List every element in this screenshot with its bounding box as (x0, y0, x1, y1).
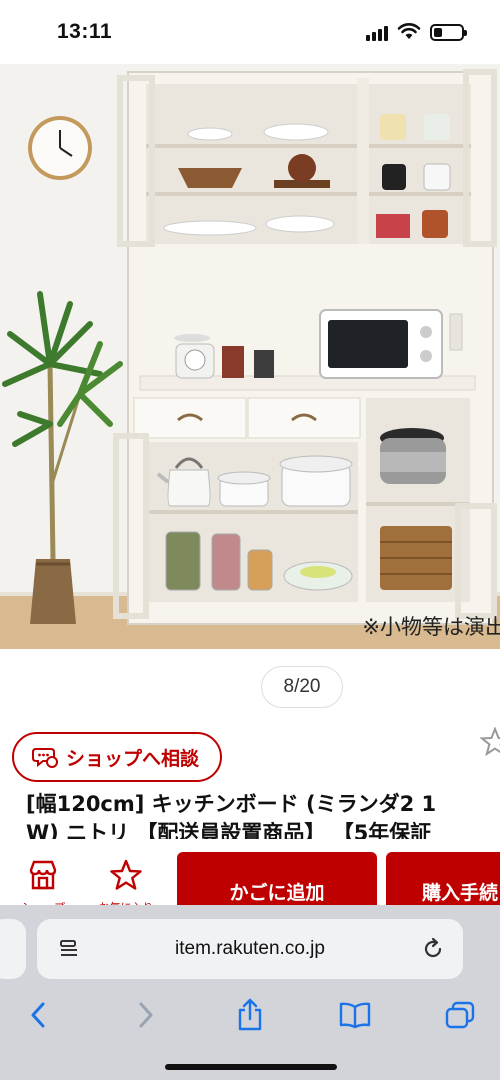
reload-icon[interactable] (421, 937, 445, 961)
favorite-star-icon (110, 859, 142, 890)
status-bar: 13:11 (0, 0, 500, 64)
product-title-line-1: [幅120cm] キッチンボード (ミランダ2 1 (26, 792, 437, 816)
add-to-cart-button[interactable]: かごに追加 (177, 852, 377, 910)
url-text: item.rakuten.co.jp (175, 938, 325, 959)
image-page-counter: 8/20 (261, 666, 343, 708)
cellular-signal-icon (366, 25, 392, 41)
tabs-icon (445, 1001, 475, 1029)
bottom-action-bar: ショップ お気に入り かごに追加 購入手続 (0, 850, 500, 910)
product-title: [幅120cm] キッチンボード (ミランダ2 1 W) ニトリ 【配送員設置商… (26, 790, 500, 839)
shop-icon (29, 860, 57, 890)
storage-basket-icon (380, 526, 452, 590)
wall-clock-icon (28, 116, 92, 180)
back-button[interactable] (16, 993, 60, 1037)
battery-icon (430, 24, 467, 41)
checkout-label: 購入手続 (422, 882, 499, 904)
shop-consult-label: ショップへ相談 (66, 747, 200, 770)
chevron-left-icon (31, 1002, 45, 1028)
wifi-icon (397, 23, 421, 39)
checkout-button[interactable]: 購入手続 (386, 852, 500, 910)
book-icon (339, 1002, 371, 1029)
favorite-star-outline-icon[interactable] (480, 727, 500, 757)
chat-bubble-icon (32, 748, 58, 768)
shop-consult-button[interactable]: ショップへ相談 (12, 732, 222, 782)
image-caption: ※小物等は演出 (362, 615, 500, 639)
microwave-icon (319, 309, 443, 379)
browser-toolbar: item.rakuten.co.jp (0, 905, 500, 1080)
favorite-button[interactable]: お気に入り (91, 850, 161, 910)
tabs-button[interactable] (438, 993, 482, 1037)
add-to-cart-label: かごに追加 (229, 882, 325, 904)
address-bar[interactable]: item.rakuten.co.jp (37, 919, 463, 979)
home-indicator (165, 1064, 337, 1070)
browser-nav-row (0, 993, 500, 1037)
rice-cooker-icon (380, 428, 446, 484)
product-image[interactable]: ※小物等は演出 (0, 64, 500, 649)
share-icon (238, 998, 262, 1031)
bookmarks-button[interactable] (333, 993, 377, 1037)
battery-level (434, 28, 442, 37)
status-time: 13:11 (57, 20, 113, 43)
product-title-line-2: W) ニトリ 【配送員設置商品】 【5年保証 (26, 821, 432, 839)
shop-button[interactable]: ショップ (8, 850, 78, 910)
forward-button[interactable] (124, 993, 168, 1037)
share-button[interactable] (228, 993, 272, 1037)
previous-tab-pill[interactable] (0, 919, 26, 979)
kitchen-cabinet-photo (0, 64, 500, 649)
chevron-right-icon (139, 1002, 153, 1028)
